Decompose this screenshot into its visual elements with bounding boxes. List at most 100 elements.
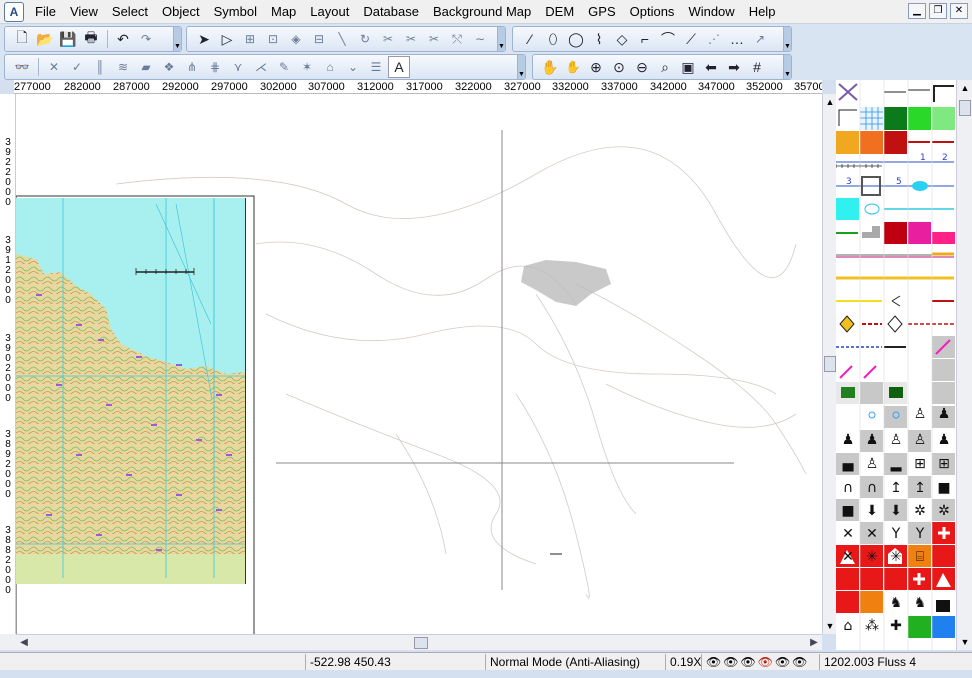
- merge-icon[interactable]: ⤲: [446, 28, 468, 50]
- hatch-icon[interactable]: ≋: [112, 56, 134, 78]
- menu-database[interactable]: Database: [356, 1, 426, 23]
- smooth-icon[interactable]: ∼: [469, 28, 491, 50]
- open-icon[interactable]: 📂: [34, 28, 56, 50]
- view-eye-icon[interactable]: 👁: [775, 654, 790, 670]
- feather-icon[interactable]: ✎: [273, 56, 295, 78]
- zoom-window-icon[interactable]: ⊙: [608, 56, 630, 78]
- vertical-scrollbar[interactable]: ▲ ▼: [822, 94, 836, 634]
- curve-icon[interactable]: ⁄: [519, 28, 541, 50]
- menu-select[interactable]: Select: [105, 1, 155, 23]
- line-up-icon[interactable]: ⌂: [319, 56, 341, 78]
- scissors-icon[interactable]: ✂: [377, 28, 399, 50]
- zoom-box-icon[interactable]: ▣: [677, 56, 699, 78]
- app-logo-icon[interactable]: A: [4, 1, 24, 22]
- fork-icon[interactable]: ⋔: [181, 56, 203, 78]
- horizontal-scroll-thumb[interactable]: [414, 637, 428, 649]
- select-arrow-icon[interactable]: ➤: [193, 28, 215, 50]
- menu-object[interactable]: Object: [155, 1, 207, 23]
- delete-node-icon[interactable]: ⊟: [308, 28, 330, 50]
- palette-scrollbar[interactable]: ▲ ▼: [956, 80, 972, 650]
- toolbar-grip[interactable]: ▼: [783, 27, 791, 51]
- text-tool-button[interactable]: A: [388, 56, 410, 78]
- forward-icon[interactable]: ➡: [723, 56, 745, 78]
- check-icon[interactable]: ✓: [66, 56, 88, 78]
- insert-node-icon[interactable]: ⊡: [262, 28, 284, 50]
- palette-scroll-up-icon[interactable]: ▲: [957, 81, 972, 95]
- view-eye-icon[interactable]: 👁: [706, 654, 721, 670]
- branch-icon[interactable]: ⋕: [204, 56, 226, 78]
- straight-icon[interactable]: ⟋: [680, 28, 702, 50]
- back-icon[interactable]: ⬅: [700, 56, 722, 78]
- menu-symbol[interactable]: Symbol: [207, 1, 264, 23]
- bend-icon[interactable]: ⋎: [227, 56, 249, 78]
- menu-help[interactable]: Help: [742, 1, 783, 23]
- scroll-right-icon[interactable]: ▶: [807, 636, 821, 650]
- zoom-full-icon[interactable]: ⌕: [654, 56, 676, 78]
- zoom-in-icon[interactable]: ⊕: [585, 56, 607, 78]
- redo-icon[interactable]: ↷: [135, 28, 157, 50]
- new-icon[interactable]: 🗋: [11, 28, 33, 50]
- blob-icon[interactable]: ❖: [158, 56, 180, 78]
- cross-icon[interactable]: ✕: [43, 56, 65, 78]
- cut-area-icon[interactable]: ✂: [400, 28, 422, 50]
- map-canvas[interactable]: [16, 94, 822, 634]
- view-eye-icon[interactable]: 👁: [723, 654, 738, 670]
- binoculars-icon[interactable]: 👓: [11, 56, 33, 78]
- circle-icon[interactable]: ◯: [565, 28, 587, 50]
- horizontal-scrollbar[interactable]: ◀ ▶: [16, 634, 822, 650]
- menu-gps[interactable]: GPS: [581, 1, 622, 23]
- undo-icon[interactable]: ↶: [112, 28, 134, 50]
- star-icon[interactable]: ✶: [296, 56, 318, 78]
- view-eye-off-icon[interactable]: 👁: [758, 654, 773, 670]
- minimize-button[interactable]: ▁: [908, 3, 926, 19]
- line-down-icon[interactable]: ⌄: [342, 56, 364, 78]
- scroll-left-icon[interactable]: ◀: [17, 636, 31, 650]
- dashed-icon[interactable]: ⋰: [703, 28, 725, 50]
- curve-down-icon[interactable]: ⋌: [250, 56, 272, 78]
- scroll-down-icon[interactable]: ▼: [823, 619, 837, 633]
- view-eye-icon[interactable]: 👁: [740, 654, 755, 670]
- area-icon[interactable]: ◇: [611, 28, 633, 50]
- text-list-icon[interactable]: ☰: [365, 56, 387, 78]
- palette-scroll-thumb[interactable]: [959, 100, 971, 116]
- hand-icon[interactable]: ✋: [539, 56, 561, 78]
- print-icon[interactable]: 🖶: [80, 28, 102, 50]
- close-button[interactable]: ✕: [950, 3, 968, 19]
- menu-view[interactable]: View: [63, 1, 105, 23]
- scroll-up-icon[interactable]: ▲: [823, 95, 837, 109]
- menu-file[interactable]: File: [28, 1, 63, 23]
- palette-scroll-down-icon[interactable]: ▼: [957, 635, 972, 649]
- menu-layout[interactable]: Layout: [303, 1, 356, 23]
- polyline-icon[interactable]: ⌇: [588, 28, 610, 50]
- menu-window[interactable]: Window: [681, 1, 741, 23]
- hand-double-icon[interactable]: ✋: [562, 56, 584, 78]
- move-node-icon[interactable]: ◈: [285, 28, 307, 50]
- rotate-icon[interactable]: ↻: [354, 28, 376, 50]
- bezier-icon[interactable]: ⌒: [657, 28, 679, 50]
- zoom-out-icon[interactable]: ⊖: [631, 56, 653, 78]
- add-node-icon[interactable]: ⊞: [239, 28, 261, 50]
- select-node-icon[interactable]: ▷: [216, 28, 238, 50]
- split-icon[interactable]: ✂: [423, 28, 445, 50]
- toolbar-grip[interactable]: ▼: [173, 27, 181, 51]
- fill-icon[interactable]: ▰: [135, 56, 157, 78]
- ellipse-icon[interactable]: ⬯: [542, 28, 564, 50]
- restore-button[interactable]: ❐: [929, 3, 947, 19]
- vertical-scroll-thumb[interactable]: [824, 356, 836, 372]
- grid-icon[interactable]: #: [746, 56, 768, 78]
- menu-background-map[interactable]: Background Map: [426, 1, 538, 23]
- cut-line-icon[interactable]: ╲: [331, 28, 353, 50]
- toolbar-grip[interactable]: ▼: [497, 27, 505, 51]
- toolbar-row-2: 👓 ✕ ✓ ║ ≋ ▰ ❖ ⋔ ⋕ ⋎ ⋌ ✎ ✶ ⌂ ⌄ ☰ A ▼ ✋ ✋ …: [0, 52, 972, 80]
- dotted-icon[interactable]: …: [726, 28, 748, 50]
- view-eye-icon[interactable]: 👁: [792, 654, 807, 670]
- menu-map[interactable]: Map: [264, 1, 303, 23]
- toolbar-grip[interactable]: ▼: [517, 55, 525, 79]
- menu-dem[interactable]: DEM: [538, 1, 581, 23]
- menu-options[interactable]: Options: [623, 1, 682, 23]
- toolbar-grip[interactable]: ▼: [783, 55, 791, 79]
- stairs-icon[interactable]: ⌐: [634, 28, 656, 50]
- arrow-line-icon[interactable]: ↗: [749, 28, 771, 50]
- save-icon[interactable]: 💾: [57, 28, 79, 50]
- parallel-icon[interactable]: ║: [89, 56, 111, 78]
